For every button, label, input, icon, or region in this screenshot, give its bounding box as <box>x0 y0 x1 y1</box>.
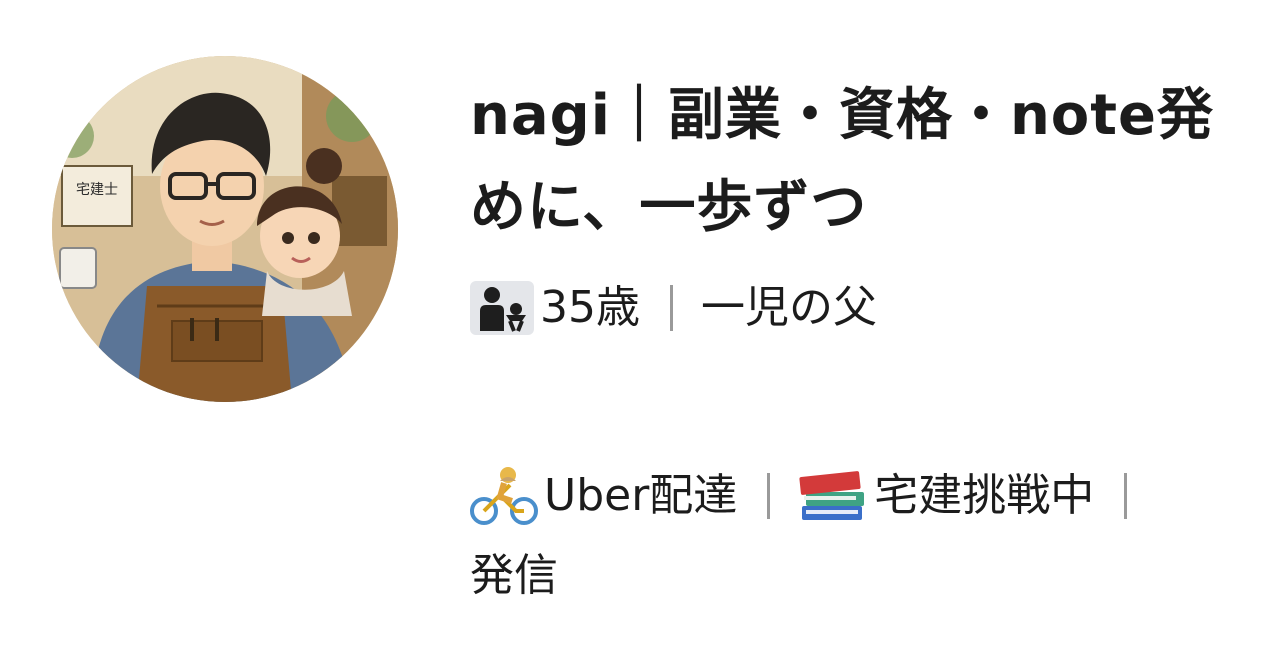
age-info: 35歳 一児の父 <box>470 278 1280 338</box>
separator <box>670 285 673 331</box>
bio: Uber配達 宅建挑戦中 発信 <box>470 456 1280 616</box>
family-text: 一児の父 <box>701 282 877 333</box>
separator <box>767 473 771 519</box>
separator <box>1124 473 1128 519</box>
bicyclist-icon <box>470 465 538 527</box>
parent-child-icon <box>470 281 534 335</box>
profile-text: nagi｜副業・資格・note発 めに、一歩ずつ 35歳 一児の父 Uber配達… <box>470 70 1280 616</box>
books-icon <box>798 466 868 526</box>
profile-title-line-2: めに、一歩ずつ <box>470 175 868 240</box>
avatar-illustration-icon: 宅建士 <box>52 56 398 402</box>
profile-title-line-1: nagi｜副業・資格・note発 <box>470 83 1215 148</box>
age-text: 35歳 <box>540 282 640 333</box>
uber-text: Uber配達 <box>544 470 738 521</box>
avatar[interactable]: 宅建士 <box>52 56 398 402</box>
svg-text:宅建士: 宅建士 <box>76 181 118 197</box>
bio-line-2: 発信 <box>470 550 558 601</box>
bio-line-1: Uber配達 宅建挑戦中 <box>470 456 1280 536</box>
profile-title: nagi｜副業・資格・note発 めに、一歩ずつ <box>470 70 1280 254</box>
study-text: 宅建挑戦中 <box>874 470 1095 521</box>
